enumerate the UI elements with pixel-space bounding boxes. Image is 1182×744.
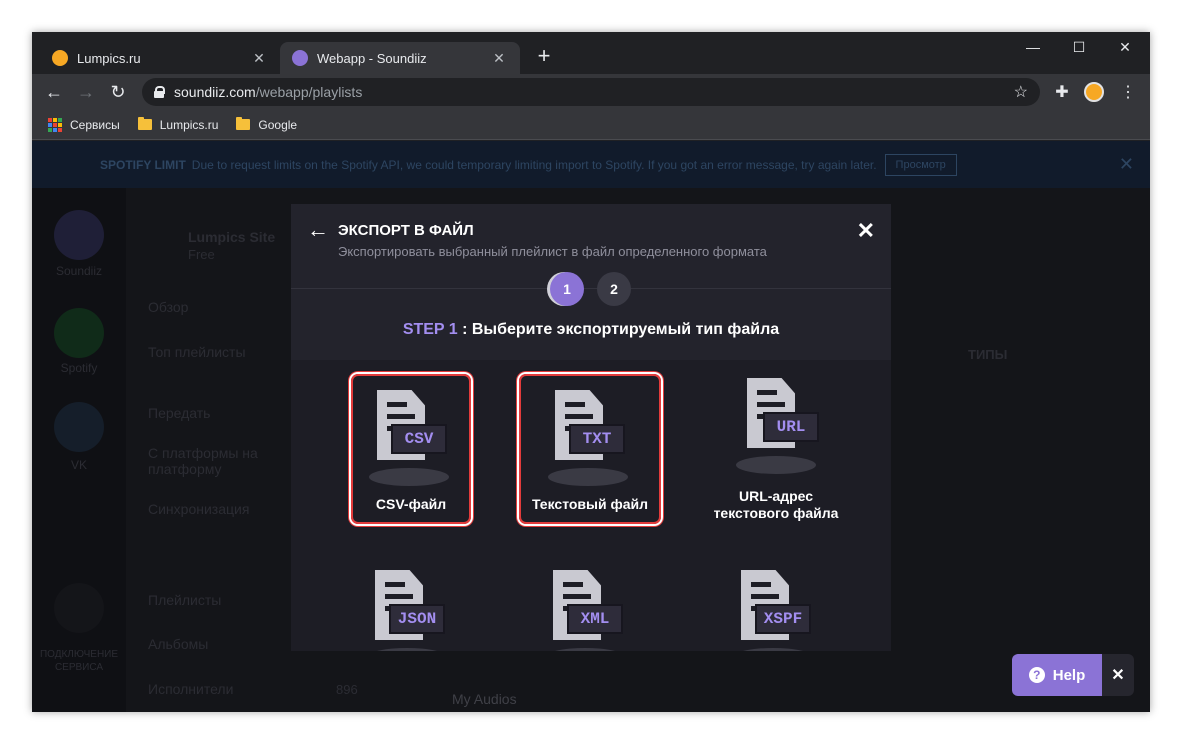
file-type-json[interactable]: JSON — [351, 556, 471, 651]
bookmark-label: Lumpics.ru — [159, 117, 219, 132]
profile-avatar[interactable] — [1084, 82, 1104, 102]
back-arrow-icon[interactable]: ← — [40, 78, 68, 106]
bookmark-label: Google — [258, 117, 298, 132]
file-tag: URL — [763, 412, 819, 442]
browser-menu-icon[interactable]: ⋮ — [1114, 78, 1142, 106]
file-tag: XML — [567, 604, 623, 634]
step-text: : Выберите экспортируемый тип файла — [457, 321, 780, 338]
lumpics-favicon-icon — [52, 50, 68, 66]
bookmark-google[interactable]: Google — [236, 117, 298, 132]
step-1-indicator: 1 — [550, 272, 584, 306]
modal-header: ← ЭКСПОРТ В ФАЙЛ Экспортировать выбранны… — [291, 204, 891, 289]
help-button[interactable]: ? Help — [1012, 654, 1102, 696]
forward-arrow-icon[interactable]: → — [72, 78, 100, 106]
file-type-label: CSV-файл — [375, 496, 447, 512]
modal-subtitle: Экспортировать выбранный плейлист в файл… — [338, 244, 767, 259]
bookmark-star-icon[interactable]: ☆ — [1014, 82, 1028, 102]
browser-toolbar: ← → ↻ soundiiz.com/webapp/playlists ☆ ✚ … — [32, 74, 1150, 110]
bookmark-services[interactable]: Сервисы — [48, 117, 120, 132]
file-type-txt[interactable]: TXT Текстовый файл — [519, 374, 661, 524]
file-type-csv[interactable]: CSV CSV-файл — [351, 374, 471, 524]
folder-icon — [236, 117, 251, 130]
file-type-xspf[interactable]: XSPF — [717, 556, 837, 651]
window-close-icon[interactable]: ✕ — [1102, 32, 1148, 62]
reload-icon[interactable]: ↻ — [104, 78, 132, 106]
back-arrow-icon[interactable]: ← — [307, 218, 331, 242]
url-host: soundiiz.com — [174, 84, 256, 100]
file-tag: XSPF — [755, 604, 811, 634]
step-prefix: STEP 1 — [402, 321, 458, 338]
step-2-indicator: 2 — [597, 272, 631, 306]
help-close-icon[interactable]: ✕ — [1102, 654, 1134, 696]
tab-soundiiz[interactable]: Webapp - Soundiiz ✕ — [280, 42, 520, 74]
tab-title: Webapp - Soundiiz — [317, 50, 427, 66]
extensions-puzzle-icon[interactable]: ✚ — [1048, 78, 1076, 106]
apps-grid-icon — [48, 117, 62, 132]
maximize-icon[interactable]: ☐ — [1056, 32, 1102, 62]
modal-close-icon[interactable]: ✕ — [857, 218, 875, 244]
modal-title: ЭКСПОРТ В ФАЙЛ — [338, 222, 474, 239]
file-type-label: URL-адрес текстового файла — [713, 488, 839, 521]
address-bar[interactable]: soundiiz.com/webapp/playlists ☆ — [142, 78, 1040, 106]
bookmark-label: Сервисы — [70, 117, 120, 132]
browser-window: Lumpics.ru ✕ Webapp - Soundiiz ✕ + — ☐ ✕… — [32, 32, 1150, 712]
file-tag: TXT — [569, 424, 625, 454]
tab-close-icon[interactable]: ✕ — [250, 50, 268, 67]
bookmarks-bar: Сервисы Lumpics.ru Google — [32, 110, 1150, 140]
tab-close-icon[interactable]: ✕ — [490, 50, 508, 67]
url-path: /webapp/playlists — [255, 84, 363, 100]
folder-icon — [137, 117, 152, 130]
new-tab-plus-icon[interactable]: + — [532, 44, 556, 68]
step-heading: STEP 1 : Выберите экспортируемый тип фай… — [291, 321, 891, 339]
lock-icon — [154, 86, 165, 98]
file-type-grid: CSV CSV-файл TXT Текстовый файл URL URL-… — [291, 360, 891, 651]
file-type-url[interactable]: URL URL-адрес текстового файла — [701, 364, 851, 521]
export-file-modal: ← ЭКСПОРТ В ФАЙЛ Экспортировать выбранны… — [291, 204, 891, 651]
question-icon: ? — [1028, 667, 1045, 683]
soundiiz-page: SPOTIFY LIMIT Due to request limits on t… — [32, 141, 1150, 712]
help-label: Help — [1052, 666, 1086, 684]
file-tag: JSON — [389, 604, 445, 634]
file-tag: CSV — [391, 424, 447, 454]
tab-strip: Lumpics.ru ✕ Webapp - Soundiiz ✕ + — ☐ ✕ — [32, 32, 1150, 74]
file-type-xml[interactable]: XML — [529, 556, 649, 651]
bookmark-lumpics[interactable]: Lumpics.ru — [137, 117, 219, 132]
tab-lumpics[interactable]: Lumpics.ru ✕ — [40, 42, 280, 74]
tab-title: Lumpics.ru — [77, 50, 141, 66]
minimize-icon[interactable]: — — [1010, 32, 1056, 62]
soundiiz-favicon-icon — [292, 50, 308, 66]
file-type-label: Текстовый файл — [531, 496, 649, 512]
